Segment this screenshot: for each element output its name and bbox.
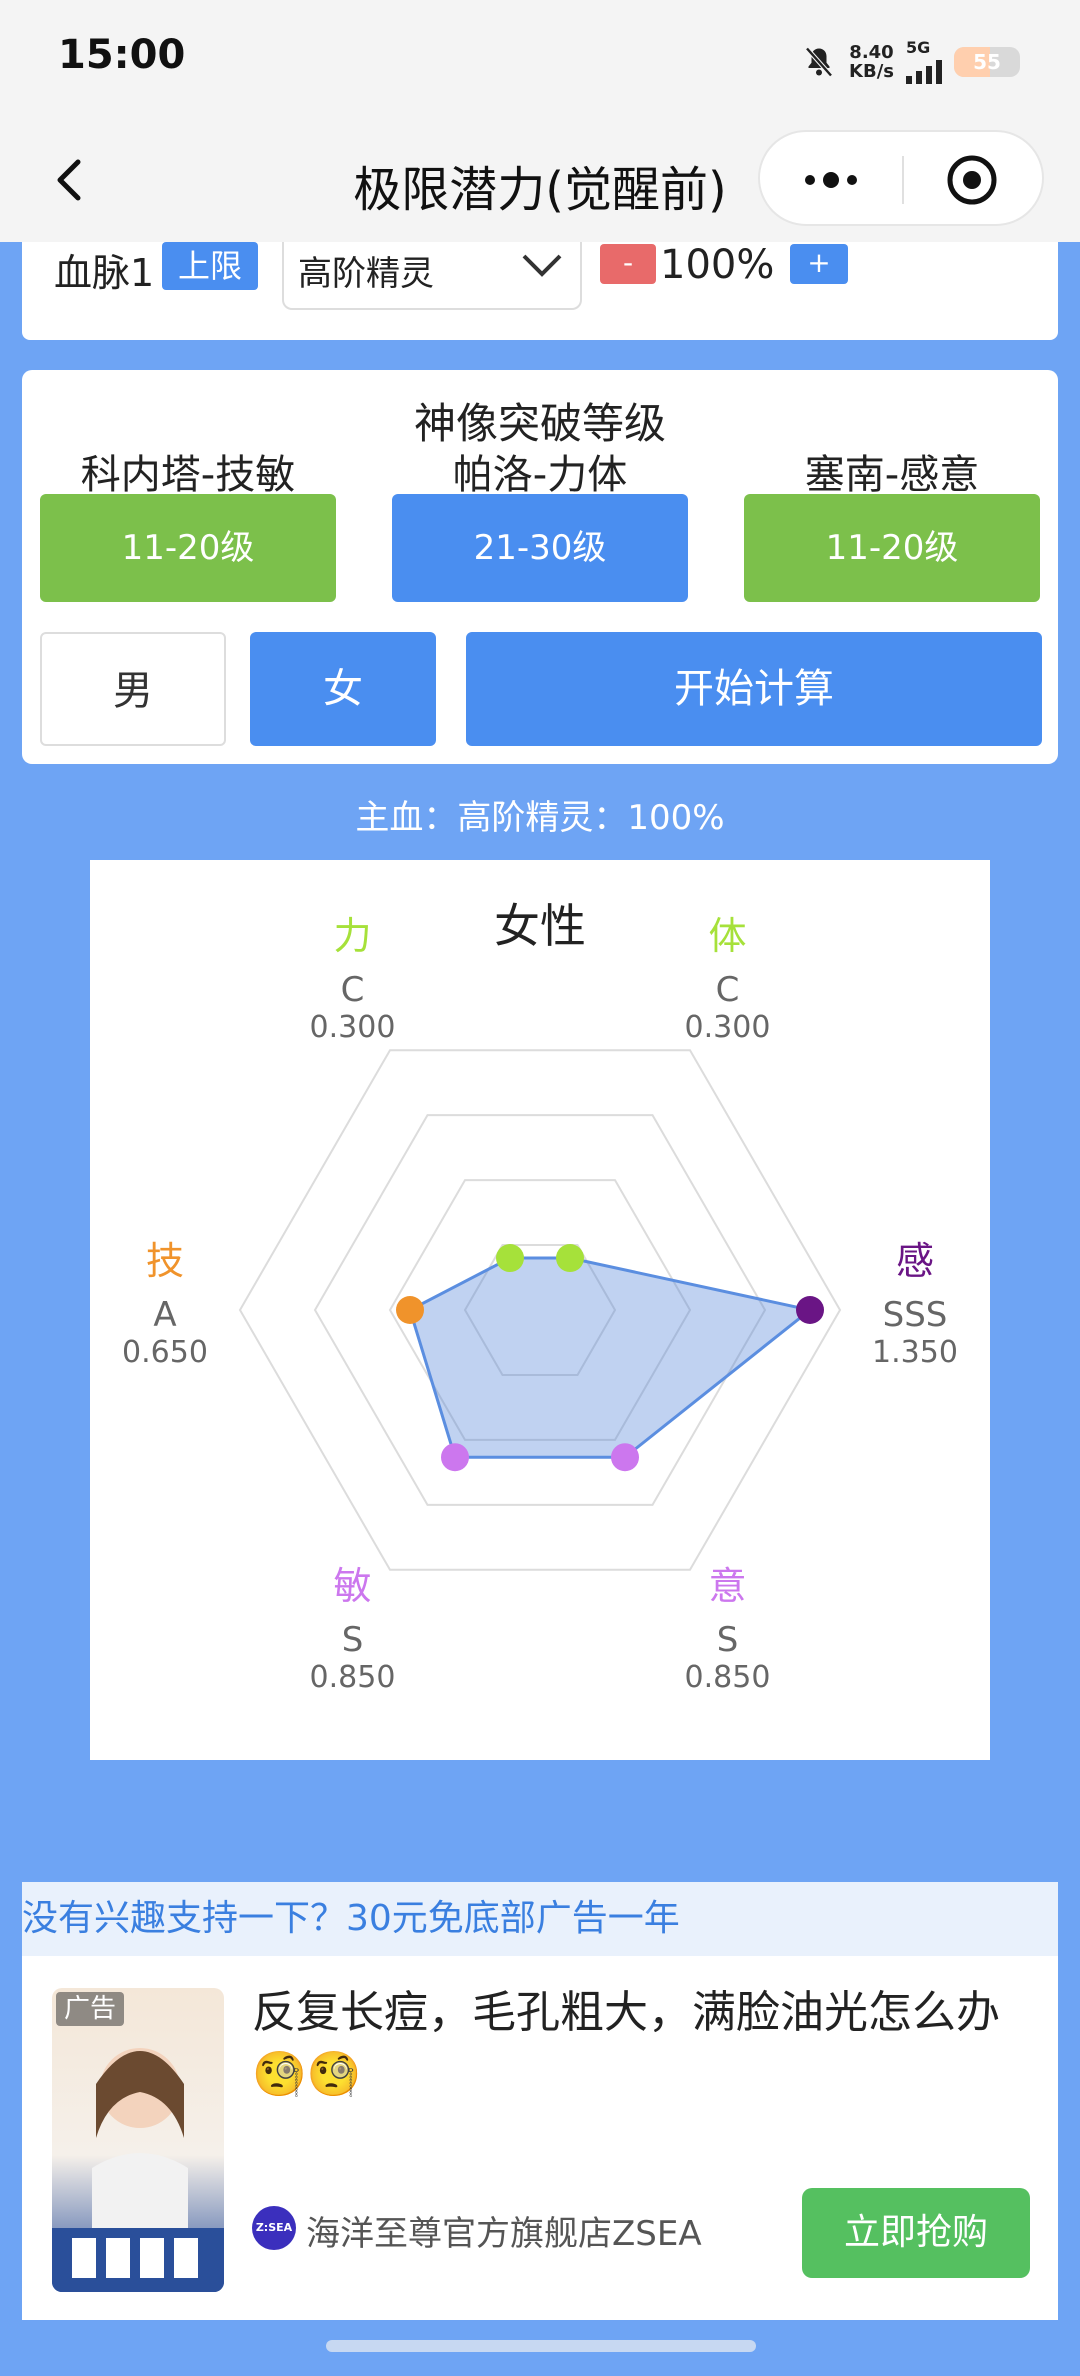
ad-badge[interactable]: 广告 xyxy=(56,1992,125,2026)
breakthrough-card: 神像突破等级 科内塔-技敏 帕洛-力体 塞南-感意 11-20级 21-30级 … xyxy=(22,370,1058,764)
male-button[interactable]: 男 xyxy=(40,632,226,746)
net-speed-unit: KB/s xyxy=(849,61,894,82)
radar-point-5 xyxy=(441,1443,469,1472)
close-target-icon[interactable] xyxy=(946,154,998,206)
battery-level: 55 xyxy=(973,50,1001,74)
god-name-3: 塞南-感意 xyxy=(804,452,980,498)
start-calc-button[interactable]: 开始计算 xyxy=(466,632,1042,746)
home-indicator xyxy=(326,2340,756,2352)
capsule-divider xyxy=(902,156,904,204)
net-speed-value: 8.40 xyxy=(849,42,894,63)
axis-value: 0.300 xyxy=(684,1010,771,1046)
chart-title: 女性 xyxy=(494,899,586,953)
radar-chart-panel: 女性 力 C 0.300 体 C 0.300 感 SSS 1.350 意 S 0.850 敏 S 0.850… xyxy=(90,860,990,1760)
level-button-3[interactable]: 11-20级 xyxy=(744,494,1040,602)
axis-value: 1.350 xyxy=(872,1335,958,1370)
ad-headline[interactable]: 反复长痘，毛孔粗大，满脸油光怎么办 xyxy=(252,1984,1042,2042)
female-button[interactable]: 女 xyxy=(250,632,436,746)
ad-thumbnail-illustration xyxy=(52,2048,224,2292)
ad-shop-name[interactable]: 海洋至尊官方旗舰店ZSEA xyxy=(306,2206,702,2255)
axis-grade: C xyxy=(340,970,365,1011)
mute-bell-icon xyxy=(805,47,833,77)
mini-program-capsule xyxy=(758,130,1044,226)
more-icon[interactable] xyxy=(796,158,866,202)
radar-point-3 xyxy=(796,1296,824,1324)
ad-free-promo[interactable]: 没有兴趣支持一下？30元免底部广告一年 xyxy=(22,1882,1058,1956)
ad-card[interactable]: 广告 反复长痘，毛孔粗大，满脸油光怎么办 🧐🧐 Z:SEA 海洋至尊官方旗舰店Z… xyxy=(22,1956,1058,2320)
decrease-button[interactable]: - xyxy=(600,244,656,284)
status-time: 15:00 xyxy=(58,32,186,78)
radar-point-2 xyxy=(556,1244,584,1273)
axis-name: 敏 xyxy=(333,1563,372,1608)
axis-label-6: 技 A 0.650 xyxy=(95,1230,235,1370)
bloodline-label: 血脉1 xyxy=(54,251,155,295)
axis-label-2: 体 C 0.300 xyxy=(658,905,798,1045)
bloodline-percent: 100% xyxy=(660,242,775,288)
axis-name: 力 xyxy=(333,914,372,959)
axis-label-3: 感 SSS 1.350 xyxy=(845,1230,985,1370)
axis-label-5: 敏 S 0.850 xyxy=(283,1555,423,1695)
god-name-2: 帕洛-力体 xyxy=(452,452,628,498)
battery-icon: 55 xyxy=(954,47,1020,77)
axis-value: 0.850 xyxy=(309,1659,396,1695)
axis-name: 感 xyxy=(895,1239,934,1283)
chevron-down-icon xyxy=(522,254,562,277)
ad-emoji: 🧐🧐 xyxy=(252,2049,362,2100)
axis-name: 意 xyxy=(708,1563,747,1608)
axis-grade: C xyxy=(715,970,740,1011)
radar-point-4 xyxy=(611,1443,639,1472)
signal-bars-icon xyxy=(906,56,942,84)
nav-bar: 极限潜力(觉醒前) xyxy=(0,120,1080,242)
axis-name: 体 xyxy=(708,914,747,959)
axis-grade: S xyxy=(716,1619,739,1660)
status-bar: 15:00 8.40 KB/s 5G 55 xyxy=(0,0,1080,120)
bloodline-select[interactable]: 高阶精灵 xyxy=(282,242,582,310)
axis-value: 0.850 xyxy=(684,1659,771,1695)
radar-point-1 xyxy=(496,1244,524,1273)
bloodline-card: 血脉1 上限 高阶精灵 - 100% + xyxy=(22,242,1058,340)
axis-name: 技 xyxy=(145,1239,184,1283)
axis-value: 0.300 xyxy=(309,1010,396,1046)
signal: 5G xyxy=(906,40,942,84)
bloodline-select-value: 高阶精灵 xyxy=(298,254,434,294)
network-type: 5G xyxy=(906,38,931,57)
axis-label-1: 力 C 0.300 xyxy=(283,905,423,1045)
axis-label-4: 意 S 0.850 xyxy=(658,1555,798,1695)
main-blood-text: 主血：高阶精灵：100% xyxy=(355,798,725,838)
level-button-1[interactable]: 11-20级 xyxy=(40,494,336,602)
radar-point-6 xyxy=(396,1296,424,1324)
ad-thumbnail[interactable]: 广告 xyxy=(52,1988,224,2292)
level-button-2[interactable]: 21-30级 xyxy=(392,494,688,602)
buy-now-button[interactable]: 立即抢购 xyxy=(802,2188,1030,2278)
axis-value: 0.650 xyxy=(122,1335,208,1370)
axis-grade: S xyxy=(341,1619,364,1660)
status-icons: 8.40 KB/s 5G 55 xyxy=(801,40,1020,84)
limit-button[interactable]: 上限 xyxy=(162,242,258,290)
god-name-1: 科内塔-技敏 xyxy=(80,452,296,498)
increase-button[interactable]: + xyxy=(790,244,848,284)
axis-grade: SSS xyxy=(882,1295,948,1335)
shop-logo-icon: Z:SEA xyxy=(252,2206,296,2250)
axis-grade: A xyxy=(153,1295,177,1335)
radar-series-area xyxy=(408,1256,814,1459)
net-speed: 8.40 KB/s xyxy=(849,43,894,81)
